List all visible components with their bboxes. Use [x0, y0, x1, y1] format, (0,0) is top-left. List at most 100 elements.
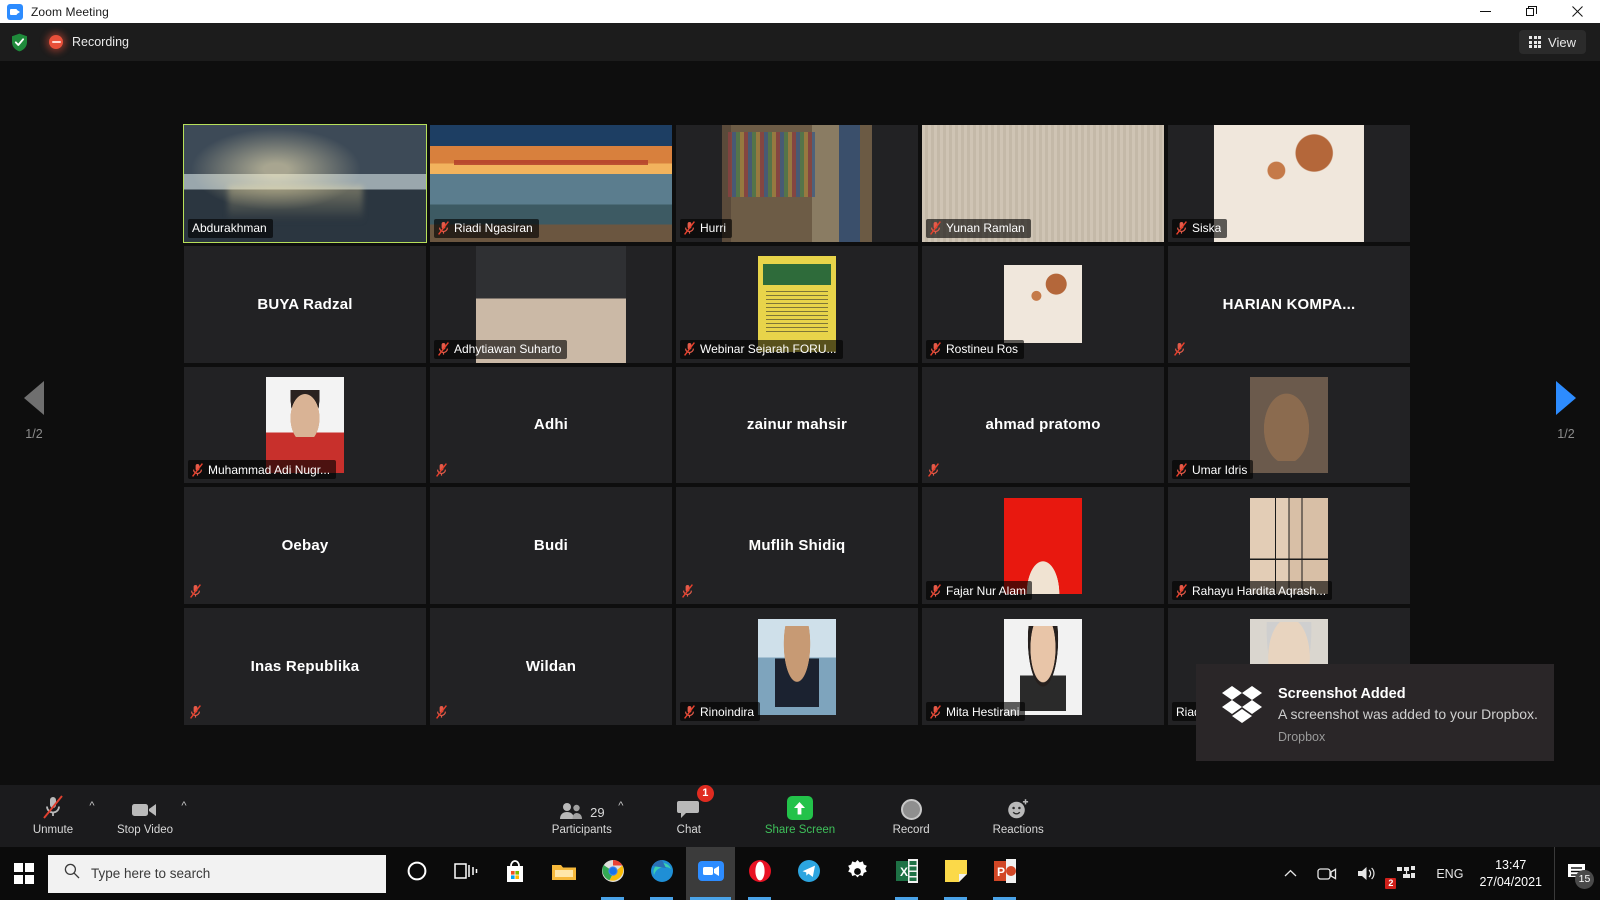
restore-button[interactable]	[1508, 0, 1554, 23]
reactions-button[interactable]: Reactions	[987, 787, 1049, 845]
recording-indicator[interactable]: Recording	[49, 35, 129, 49]
participant-avatar	[1004, 497, 1082, 594]
chat-bubble-icon	[676, 796, 701, 820]
participant-tile[interactable]: Budi	[430, 487, 672, 605]
participant-name-label: Adhytiawan Suharto	[454, 342, 562, 357]
record-button[interactable]: Record	[880, 787, 942, 845]
window-title: Zoom Meeting	[31, 4, 109, 19]
taskbar-clock[interactable]: 13:47 27/04/2021	[1473, 847, 1554, 900]
reactions-label: Reactions	[992, 824, 1044, 836]
participant-tile[interactable]: Muhammad Adi Nugr...	[184, 366, 426, 484]
participant-avatar	[758, 256, 836, 353]
people-icon: 29	[559, 796, 605, 820]
action-center-button[interactable]: 15	[1554, 847, 1600, 900]
participant-name-strip: Hurri	[680, 218, 732, 238]
microphone-muted-icon	[438, 221, 449, 236]
shield-check-icon[interactable]	[10, 32, 28, 52]
taskbar-app-list: XP	[392, 847, 1029, 900]
participant-tile[interactable]: HARIAN KOMPA...	[1168, 245, 1410, 363]
language-indicator[interactable]: ENG	[1426, 847, 1473, 900]
participant-tile[interactable]: Adhytiawan Suharto	[430, 245, 672, 363]
participant-name-strip: Muhammad Adi Nugr...	[188, 460, 337, 480]
network-icon[interactable]: 2	[1385, 847, 1426, 900]
participant-tile[interactable]: Umar Idris	[1168, 366, 1410, 484]
taskbar-app-microsoft-powerpoint[interactable]: P	[980, 847, 1029, 900]
speaker-volume-icon[interactable]	[1347, 847, 1387, 900]
participant-name-strip: Rahayu Hardita Aqrash...	[1172, 581, 1333, 601]
dropbox-icon	[1222, 686, 1262, 726]
participant-tile[interactable]: Muflih Shidiq	[676, 487, 918, 605]
microphone-muted-icon	[436, 704, 447, 719]
participant-tile[interactable]: Fajar Nur Alam	[922, 487, 1164, 605]
taskbar-app-microsoft-edge[interactable]	[637, 847, 686, 900]
smiley-plus-icon	[1006, 796, 1030, 820]
chevron-right-page-icon	[1556, 381, 1576, 415]
windows-start-button[interactable]	[0, 847, 48, 900]
participant-name-strip: Fajar Nur Alam	[926, 581, 1033, 601]
microphone-muted-icon	[684, 704, 695, 719]
participant-tile[interactable]: Mita Hestirani	[922, 608, 1164, 725]
view-button[interactable]: View	[1519, 30, 1586, 54]
page-indicator-right: 1/2	[1557, 427, 1575, 441]
share-up-arrow-icon	[786, 796, 813, 820]
taskbar-app-task-view[interactable]	[441, 847, 490, 900]
participant-name-label: Webinar Sejarah FORU...	[700, 342, 837, 357]
participant-tile[interactable]: Wildan	[430, 608, 672, 725]
taskbar-app-telegram[interactable]	[784, 847, 833, 900]
participant-tile[interactable]: Rostineu Ros	[922, 245, 1164, 363]
participant-name-strip: Adhytiawan Suharto	[434, 339, 568, 359]
participant-name-strip: Yunan Ramlan	[926, 218, 1031, 238]
participants-options-chevron-icon[interactable]: ^	[615, 800, 627, 812]
participant-tile[interactable]: zainur mahsir	[676, 366, 918, 484]
participant-tile[interactable]: Riadi Ngasiran	[430, 125, 672, 242]
participant-tile[interactable]: Siska	[1168, 125, 1410, 242]
participant-tile[interactable]: Webinar Sejarah FORU...	[676, 245, 918, 363]
next-page-button[interactable]: 1/2	[1538, 381, 1594, 441]
participant-name-label: Abdurakhman	[192, 221, 267, 236]
participant-tile[interactable]: Yunan Ramlan	[922, 125, 1164, 242]
participants-button[interactable]: 29 Participants ^	[551, 787, 624, 845]
microphone-muted-icon	[1176, 221, 1187, 236]
close-button[interactable]	[1554, 0, 1600, 23]
taskbar-app-google-chrome[interactable]	[588, 847, 637, 900]
minimize-button[interactable]	[1462, 0, 1508, 23]
taskbar-app-sticky-notes[interactable]	[931, 847, 980, 900]
taskbar-app-opera[interactable]	[735, 847, 784, 900]
chat-button[interactable]: 1 Chat	[658, 785, 720, 845]
share-screen-label: Share Screen	[764, 824, 836, 836]
participant-tile[interactable]: ahmad pratomo	[922, 366, 1164, 484]
participant-video	[721, 125, 873, 242]
taskbar-app-file-explorer[interactable]	[539, 847, 588, 900]
microphone-muted-icon	[436, 463, 447, 477]
participant-tile[interactable]: Hurri	[676, 125, 918, 242]
participant-tile[interactable]: Abdurakhman	[183, 124, 427, 243]
participant-tile[interactable]: Rahayu Hardita Aqrash...	[1168, 487, 1410, 605]
settings-gear-icon	[846, 859, 869, 888]
tray-overflow-button[interactable]	[1274, 847, 1307, 900]
taskbar-app-cortana[interactable]	[392, 847, 441, 900]
taskbar-search-box[interactable]: Type here to search	[48, 854, 386, 893]
participant-tile[interactable]: Adhi	[430, 366, 672, 484]
taskbar-app-microsoft-excel[interactable]: X	[882, 847, 931, 900]
participant-name-strip: Siska	[1172, 218, 1228, 238]
dropbox-notification-toast[interactable]: Screenshot Added A screenshot was added …	[1196, 664, 1554, 761]
taskbar-app-microsoft-store[interactable]	[490, 847, 539, 900]
excel-icon: X	[895, 859, 918, 888]
participant-tile[interactable]: Oebay	[184, 487, 426, 605]
microphone-muted-icon	[1176, 463, 1187, 477]
previous-page-button[interactable]: 1/2	[6, 381, 62, 441]
taskbar-app-zoom[interactable]	[686, 847, 735, 900]
edge-icon	[650, 859, 674, 888]
camera-privacy-icon[interactable]	[1307, 847, 1347, 900]
participant-name-label: Yunan Ramlan	[946, 221, 1025, 236]
participant-tile[interactable]: BUYA Radzal	[184, 245, 426, 363]
microphone-muted-icon	[684, 342, 695, 356]
share-screen-button[interactable]: Share Screen	[765, 787, 835, 845]
recording-dot-icon	[49, 35, 63, 49]
participant-tile[interactable]: Inas Republika	[184, 608, 426, 725]
taskbar-app-settings[interactable]	[833, 847, 882, 900]
participant-tile[interactable]: Rinoindira	[676, 608, 918, 725]
participant-name-strip: Umar Idris	[1172, 460, 1254, 480]
grid-view-icon	[1529, 36, 1542, 48]
microphone-muted-icon	[930, 342, 941, 356]
